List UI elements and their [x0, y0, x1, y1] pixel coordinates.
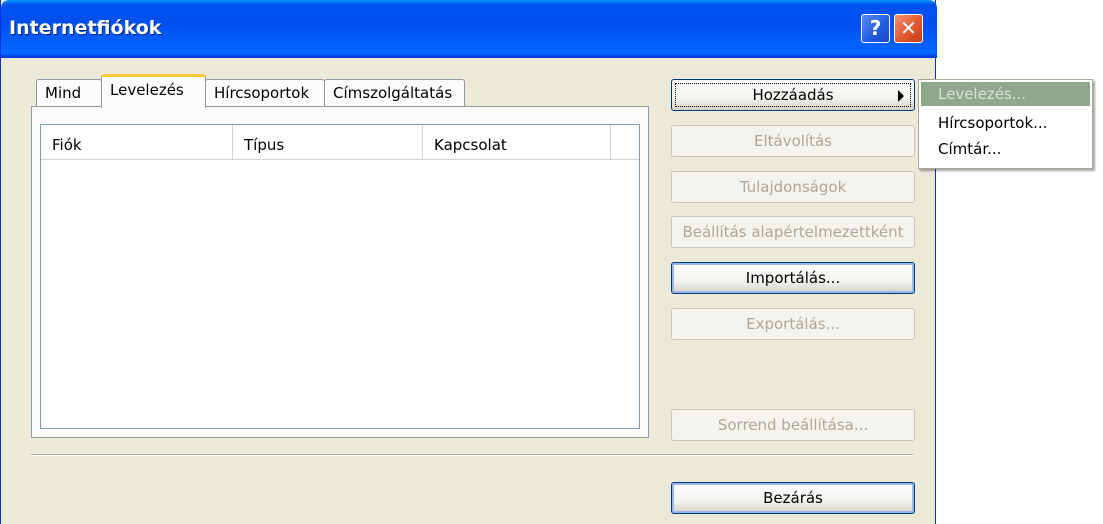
internet-accounts-dialog: Internetfiókok ? ✕ Mind Levelezés Hírcso… — [0, 0, 937, 524]
export-button[interactable]: Exportálás... — [671, 308, 915, 340]
set-default-button[interactable]: Beállítás alapértelmezettként — [671, 216, 915, 248]
remove-button-label: Eltávolítás — [754, 132, 832, 150]
menu-item-directory[interactable]: Címtár... — [921, 137, 1090, 161]
close-window-button[interactable]: ✕ — [894, 14, 923, 43]
tab-mind[interactable]: Mind — [36, 79, 102, 107]
menu-item-label: Levelezés... — [938, 85, 1027, 103]
tab-label: Hírcsoportok — [214, 84, 310, 102]
column-label: Fiók — [52, 136, 82, 154]
menu-item-newsgroups[interactable]: Hírcsoportok... — [921, 111, 1090, 135]
title-bar[interactable]: Internetfiókok ? ✕ — [1, 0, 937, 58]
accounts-list[interactable]: Fiók Típus Kapcsolat — [40, 124, 640, 429]
add-submenu: Levelezés... Hírcsoportok... Címtár... — [918, 79, 1093, 169]
tab-label: Címszolgáltatás — [333, 84, 453, 102]
help-icon: ? — [869, 16, 882, 40]
close-button-label: Bezárás — [763, 489, 823, 507]
tab-cimszolgaltatas[interactable]: Címszolgáltatás — [324, 79, 465, 107]
export-button-label: Exportálás... — [746, 315, 840, 333]
column-header-type[interactable]: Típus — [233, 125, 423, 159]
menu-item-mail[interactable]: Levelezés... — [921, 82, 1090, 106]
column-header-account[interactable]: Fiók — [41, 125, 233, 159]
column-header-connection[interactable]: Kapcsolat — [423, 125, 611, 159]
remove-button[interactable]: Eltávolítás — [671, 125, 915, 157]
column-label: Típus — [244, 136, 285, 154]
divider — [31, 454, 913, 456]
tab-hircsoportok[interactable]: Hírcsoportok — [205, 79, 325, 107]
properties-button[interactable]: Tulajdonságok — [671, 171, 915, 203]
focus-rectangle — [675, 83, 911, 107]
tab-label: Levelezés — [110, 81, 184, 99]
tab-label: Mind — [45, 84, 82, 102]
close-button[interactable]: Bezárás — [671, 482, 915, 514]
set-order-button-label: Sorrend beállítása... — [717, 416, 869, 434]
import-button-label: Importálás... — [745, 269, 841, 287]
properties-button-label: Tulajdonságok — [739, 178, 847, 196]
add-button[interactable]: Hozzáadás — [671, 79, 915, 111]
menu-item-label: Hírcsoportok... — [938, 114, 1048, 132]
help-button[interactable]: ? — [861, 14, 890, 43]
import-button[interactable]: Importálás... — [671, 262, 915, 294]
column-label: Kapcsolat — [434, 136, 507, 154]
list-header: Fiók Típus Kapcsolat — [41, 125, 639, 160]
close-icon: ✕ — [900, 16, 917, 40]
set-order-button[interactable]: Sorrend beállítása... — [671, 409, 915, 441]
tab-levelezes[interactable]: Levelezés — [101, 74, 206, 108]
triangle-right-icon — [898, 90, 904, 102]
set-default-button-label: Beállítás alapértelmezettként — [682, 223, 904, 241]
window-title: Internetfiókok — [9, 17, 162, 39]
menu-item-label: Címtár... — [938, 140, 1002, 158]
